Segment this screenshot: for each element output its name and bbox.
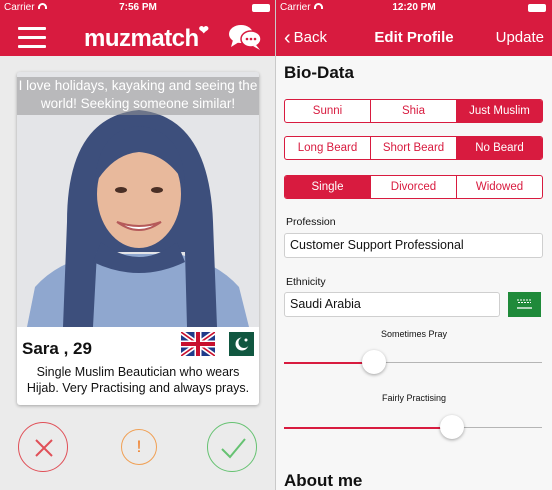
marital-option-widowed[interactable]: Widowed — [457, 176, 542, 198]
report-button[interactable]: ! — [121, 429, 157, 465]
marital-option-divorced[interactable]: Divorced — [371, 176, 457, 198]
heart-icon: ❤ — [198, 23, 209, 37]
marital-status-segmented-control: Single Divorced Widowed — [284, 175, 543, 199]
beard-option-long-beard[interactable]: Long Beard — [285, 137, 371, 159]
sect-segmented-control: Sunni Shia Just Muslim — [284, 99, 543, 123]
status-time: 12:20 PM — [392, 2, 436, 13]
profile-name-age: Sara , 29 — [22, 339, 92, 358]
chat-bubbles-icon[interactable] — [228, 23, 262, 51]
sect-option-sunni[interactable]: Sunni — [285, 100, 371, 122]
exclamation-icon: ! — [136, 437, 142, 456]
profile-photo: I love holidays, kayaking and seeing the… — [17, 72, 259, 327]
practice-slider[interactable] — [284, 415, 542, 439]
profession-field[interactable]: Customer Support Professional — [284, 233, 543, 258]
checkmark-icon — [221, 438, 246, 459]
app-logo: muzmatch❤ — [84, 23, 209, 53]
united-kingdom-flag-icon — [181, 332, 215, 356]
ethnicity-field[interactable]: Saudi Arabia — [284, 292, 500, 317]
update-button[interactable]: Update — [496, 29, 544, 46]
top-nav-bar: muzmatch❤ — [0, 16, 276, 56]
battery-icon — [528, 4, 546, 12]
sect-option-just-muslim[interactable]: Just Muslim — [457, 100, 542, 122]
x-icon — [35, 439, 53, 457]
pakistan-flag-icon — [220, 332, 254, 356]
beard-option-short-beard[interactable]: Short Beard — [371, 137, 457, 159]
saudi-arabia-flag-icon[interactable] — [508, 292, 541, 317]
practice-slider-thumb[interactable] — [439, 415, 464, 439]
marital-option-single[interactable]: Single — [285, 176, 371, 198]
prayer-slider[interactable] — [284, 350, 542, 374]
status-time: 7:56 PM — [119, 2, 157, 13]
bio-data-heading: Bio-Data — [284, 63, 354, 82]
prayer-slider-thumb[interactable] — [362, 350, 387, 374]
profession-label: Profession — [286, 216, 336, 228]
hamburger-icon[interactable] — [18, 27, 46, 48]
profile-tagline: I love holidays, kayaking and seeing the… — [17, 77, 259, 115]
profile-card[interactable]: I love holidays, kayaking and seeing the… — [17, 72, 259, 405]
beard-segmented-control: Long Beard Short Beard No Beard — [284, 136, 543, 160]
beard-option-no-beard[interactable]: No Beard — [457, 137, 542, 159]
discover-screen: Carrier 7:56 PM muzmatch❤ I love holiday… — [0, 0, 276, 490]
status-bar: Carrier 7:56 PM — [0, 0, 276, 16]
prayer-slider-fill — [284, 361, 375, 364]
practice-slider-label: Fairly Practising — [381, 393, 446, 403]
edit-profile-screen: Carrier 12:20 PM ‹ Back Edit Profile Upda… — [276, 0, 552, 490]
dislike-button[interactable] — [18, 422, 68, 472]
status-bar: Carrier 12:20 PM — [276, 0, 552, 16]
about-me-heading: About me — [284, 471, 363, 490]
top-nav-bar: ‹ Back Edit Profile Update — [276, 16, 552, 56]
like-button[interactable] — [207, 422, 257, 472]
practice-slider-fill — [284, 426, 452, 429]
logo-text: muzmatch — [84, 25, 199, 52]
battery-icon — [252, 4, 270, 12]
profile-bio: Single Muslim Beautician who wears Hijab… — [26, 365, 250, 395]
prayer-slider-label: Sometimes Pray — [380, 329, 448, 339]
ethnicity-label: Ethnicity — [286, 276, 326, 288]
sect-option-shia[interactable]: Shia — [371, 100, 457, 122]
